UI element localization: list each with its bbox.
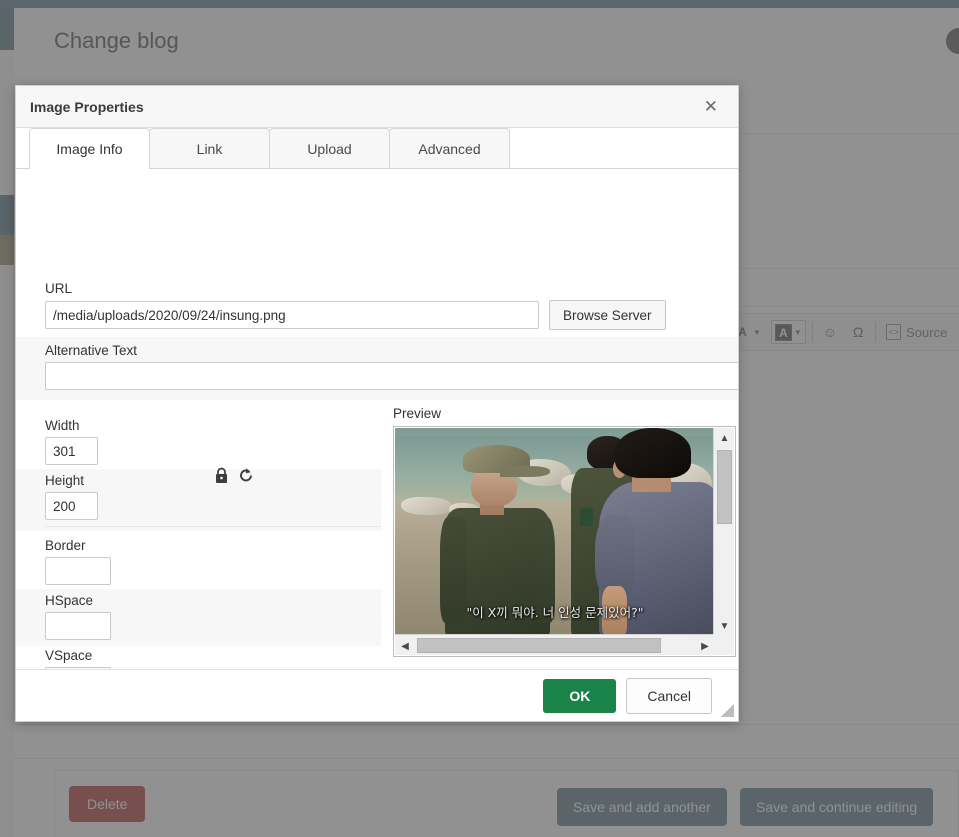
vspace-label: VSpace xyxy=(45,648,93,663)
hspace-field-group: HSpace xyxy=(16,589,381,646)
hspace-label: HSpace xyxy=(45,593,94,608)
image-properties-dialog: Image Properties ✕ Image Info Link Uploa… xyxy=(15,85,739,722)
tab-upload[interactable]: Upload xyxy=(269,128,390,168)
tab-upload-label: Upload xyxy=(307,140,352,157)
dialog-tabs: Image Info Link Upload Advanced xyxy=(16,128,738,169)
scroll-down-arrow-icon[interactable]: ▼ xyxy=(714,617,735,635)
alt-text-input[interactable] xyxy=(45,362,738,390)
dialog-footer: OK Cancel xyxy=(16,669,738,721)
url-label: URL xyxy=(45,281,73,296)
screen: Change blog A▼ A▼ ☺ Ω <> Source Delete xyxy=(0,0,959,837)
height-input[interactable] xyxy=(45,492,98,520)
tab-image-info-label: Image Info xyxy=(56,141,123,157)
close-icon[interactable]: ✕ xyxy=(698,94,724,119)
reset-size-icon[interactable] xyxy=(238,467,254,484)
tab-advanced-label: Advanced xyxy=(418,140,481,157)
url-field-group: URL Browse Server xyxy=(45,281,711,330)
scroll-left-arrow-icon[interactable]: ◀ xyxy=(396,636,414,656)
tab-advanced[interactable]: Advanced xyxy=(389,128,510,168)
preview-vertical-scrollbar[interactable]: ▲ ▼ xyxy=(713,428,734,636)
preview-box: "이 X끼 뭐야. 너 인성 문제있어?" ▲ ▼ ◀ ▶ xyxy=(393,426,736,657)
cancel-button[interactable]: Cancel xyxy=(626,677,712,714)
browse-server-button[interactable]: Browse Server xyxy=(549,300,666,330)
horizontal-scrollbar-thumb[interactable] xyxy=(417,638,661,653)
preview-horizontal-scrollbar[interactable]: ◀ ▶ xyxy=(395,634,715,655)
tab-link-label: Link xyxy=(196,140,223,157)
preview-label: Preview xyxy=(393,406,442,421)
scroll-right-arrow-icon[interactable]: ▶ xyxy=(696,636,714,656)
url-input[interactable] xyxy=(45,301,539,329)
vertical-scrollbar-thumb[interactable] xyxy=(717,450,732,524)
scroll-up-arrow-icon[interactable]: ▲ xyxy=(714,429,735,447)
border-input[interactable] xyxy=(45,557,111,585)
height-field-group: Height xyxy=(16,469,381,531)
dialog-header: Image Properties ✕ xyxy=(16,86,738,128)
resize-grip-icon[interactable] xyxy=(721,704,734,717)
scrollbar-corner xyxy=(713,634,734,655)
field-divider xyxy=(45,526,381,527)
dialog-body: URL Browse Server Alternative Text Width… xyxy=(16,169,738,669)
preview-image-viewport: "이 X끼 뭐야. 너 인성 문제있어?" xyxy=(395,428,715,636)
height-label: Height xyxy=(45,473,85,488)
alt-text-label: Alternative Text xyxy=(45,343,138,358)
border-field-group: Border xyxy=(16,534,381,591)
tab-image-info[interactable]: Image Info xyxy=(29,128,150,169)
size-controls xyxy=(214,467,254,484)
width-field-group: Width xyxy=(16,414,381,471)
vspace-field-group: VSpace xyxy=(16,644,381,669)
alt-text-field-group: Alternative Text xyxy=(16,337,738,400)
ok-button[interactable]: OK xyxy=(543,678,617,713)
dialog-title: Image Properties xyxy=(30,98,144,115)
border-label: Border xyxy=(45,538,86,553)
width-label: Width xyxy=(45,418,80,433)
width-input[interactable] xyxy=(45,437,98,465)
preview-panel: Preview "이 X끼 뭐야. 너 인성 문제있어?" ▲ ▼ ◀ ▶ xyxy=(393,406,736,657)
hspace-input[interactable] xyxy=(45,612,111,640)
lock-ratio-icon[interactable] xyxy=(214,467,229,484)
preview-image: "이 X끼 뭐야. 너 인성 문제있어?" xyxy=(395,428,715,636)
tab-link[interactable]: Link xyxy=(149,128,270,168)
preview-image-subtitle: "이 X끼 뭐야. 너 인성 문제있어?" xyxy=(466,605,644,621)
